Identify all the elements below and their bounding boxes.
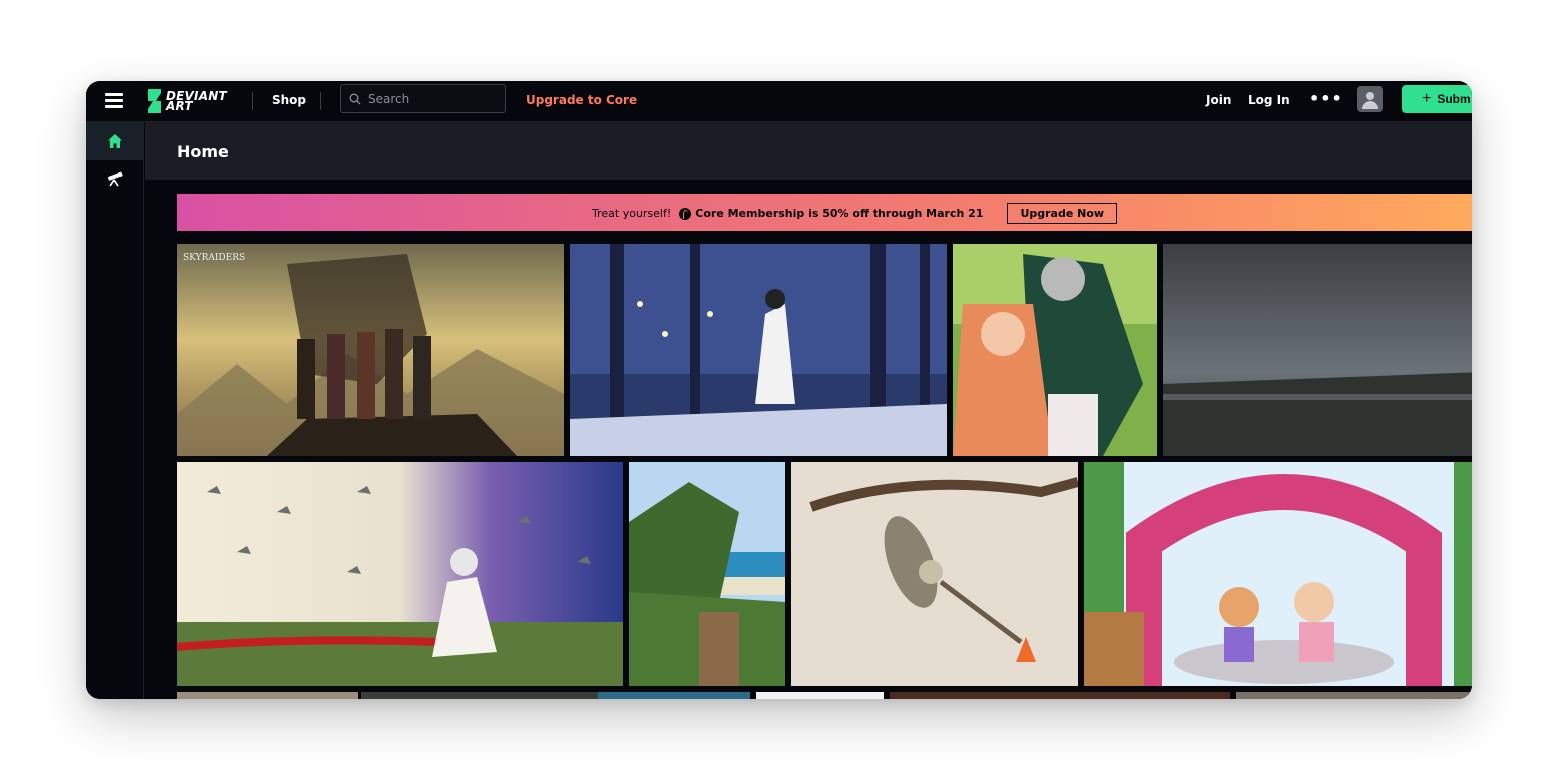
promo-offer-text: Core Membership is 50% off through March… <box>695 207 984 220</box>
gallery-item[interactable] <box>598 692 750 699</box>
gallery-item[interactable] <box>890 692 1230 699</box>
gallery-item-anime-couple[interactable] <box>953 244 1157 456</box>
plus-icon: + <box>1422 90 1432 107</box>
shop-link[interactable]: Shop <box>272 93 306 107</box>
gallery-item[interactable] <box>1236 692 1472 699</box>
gallery-item-birds-and-girl[interactable] <box>177 462 623 686</box>
gallery-item[interactable] <box>177 692 358 699</box>
artwork-beach-path <box>629 462 785 686</box>
avatar-body <box>1362 101 1378 109</box>
deviantart-logo-icon <box>148 89 161 113</box>
divider <box>252 92 253 110</box>
left-sidebar <box>86 122 144 699</box>
artwork-overcast-landscape <box>1163 244 1472 456</box>
promo-content: Treat yourself! Core Membership is 50% o… <box>592 203 1118 224</box>
join-link[interactable]: Join <box>1206 93 1231 107</box>
divider <box>320 92 321 110</box>
submit-label: Subm <box>1437 92 1471 106</box>
gallery-item-skyraiders[interactable]: SKYRAIDERS <box>177 244 564 456</box>
log-in-link[interactable]: Log In <box>1248 93 1290 107</box>
page-header: Home <box>145 122 1472 180</box>
upgrade-to-core-link[interactable]: Upgrade to Core <box>526 93 637 107</box>
more-options-icon[interactable]: ••• <box>1309 89 1343 108</box>
deviantart-logo[interactable]: DEVIANT ART <box>146 87 236 115</box>
search-box[interactable] <box>340 84 506 113</box>
hamburger-menu-icon[interactable] <box>105 92 123 108</box>
artwork-night-forest <box>570 244 947 456</box>
sidebar-item-explore[interactable] <box>86 160 144 198</box>
search-icon <box>349 93 361 104</box>
upgrade-now-button[interactable]: Upgrade Now <box>1007 203 1118 224</box>
gallery-item-night-forest[interactable] <box>570 244 947 456</box>
promo-lead-text: Treat yourself! <box>592 207 672 220</box>
submit-button[interactable]: + Subm <box>1402 85 1472 113</box>
svg-text:SKYRAIDERS: SKYRAIDERS <box>183 253 245 263</box>
telescope-icon <box>107 171 123 187</box>
sidebar-item-home[interactable] <box>86 122 144 160</box>
gallery-item[interactable] <box>361 692 598 699</box>
gallery-item-sloth[interactable] <box>791 462 1078 686</box>
page-title: Home <box>177 142 229 161</box>
promo-banner: Treat yourself! Core Membership is 50% o… <box>177 194 1472 231</box>
avatar-head <box>1366 92 1374 100</box>
logo-wordmark: DEVIANT ART <box>166 90 227 112</box>
artwork-sloth <box>791 462 1078 686</box>
core-icon <box>679 207 692 220</box>
artwork-garden-tea-party <box>1084 462 1472 686</box>
artwork-anime-couple <box>953 244 1157 456</box>
home-icon <box>108 134 122 148</box>
gallery-item-overcast-landscape[interactable] <box>1163 244 1472 456</box>
avatar[interactable] <box>1357 86 1383 112</box>
artwork-birds-and-girl <box>177 462 623 686</box>
gallery-item-garden-tea-party[interactable] <box>1084 462 1472 686</box>
search-input[interactable] <box>368 91 498 106</box>
gallery-item-beach-path[interactable] <box>629 462 785 686</box>
top-navigation-bar: DEVIANT ART Shop Upgrade to Core Join Lo… <box>86 81 1472 122</box>
main-content: Home Treat yourself! Core Membership is … <box>145 122 1472 699</box>
gallery-item[interactable] <box>756 692 884 699</box>
artwork-fantasy-heroes: SKYRAIDERS <box>177 244 564 456</box>
browser-window: DEVIANT ART Shop Upgrade to Core Join Lo… <box>86 81 1472 699</box>
